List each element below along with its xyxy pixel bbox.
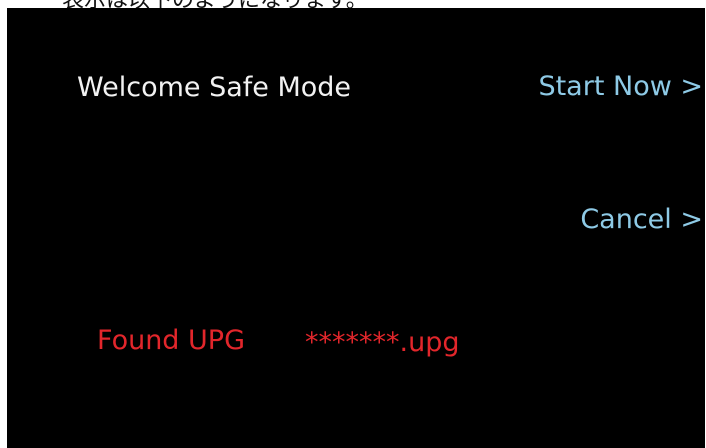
safe-mode-screen: Welcome Safe Mode Start Now > Cancel > F… bbox=[7, 8, 705, 448]
screen-title: Welcome Safe Mode bbox=[77, 72, 352, 103]
found-upg-label: Found UPG bbox=[97, 325, 245, 356]
upgrade-file-name: *******.upg bbox=[305, 327, 460, 358]
start-now-button[interactable]: Start Now > bbox=[538, 71, 703, 102]
cancel-button[interactable]: Cancel > bbox=[580, 204, 703, 235]
